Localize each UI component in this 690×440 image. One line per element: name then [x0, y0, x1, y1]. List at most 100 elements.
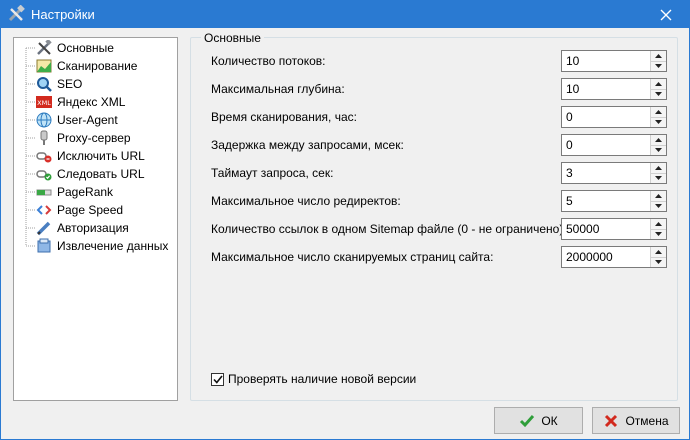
triangle-down-icon: [655, 64, 662, 69]
proxy-icon: [40, 130, 48, 145]
check-updates-checkbox[interactable]: [211, 372, 224, 386]
settings-tree: Основные Сканирование SEO XML Яндекс XML…: [14, 38, 177, 400]
nav-item-user-agent[interactable]: User-Agent: [36, 111, 118, 129]
xml-icon: XML: [36, 96, 52, 108]
pen-icon: [36, 221, 51, 236]
spin-up-button[interactable]: [651, 79, 666, 90]
max-pages-spinbox[interactable]: 2000000: [561, 246, 667, 268]
triangle-up-icon: [655, 249, 662, 254]
nav-item-follow-url[interactable]: Следовать URL: [36, 165, 145, 183]
nav-item-proxy[interactable]: Proxy-сервер: [36, 129, 131, 147]
cancel-label: Отмена: [625, 413, 669, 428]
spinbox-value[interactable]: 10: [562, 79, 650, 99]
request-delay-spinbox[interactable]: 0: [561, 134, 667, 156]
nav-item-seo[interactable]: SEO: [36, 75, 82, 93]
max-depth-spinbox[interactable]: 10: [561, 78, 667, 100]
magnifier-icon: [37, 77, 52, 92]
sitemap-links-label: Количество ссылок в одном Sitemap файле …: [211, 222, 567, 236]
spinbox-value[interactable]: 0: [562, 107, 650, 127]
pagerank-icon: [36, 189, 52, 196]
max-depth-label: Максимальная глубина:: [211, 82, 345, 96]
check-updates-row[interactable]: Проверять наличие новой версии: [211, 372, 416, 386]
scan-time-spinbox[interactable]: 0: [561, 106, 667, 128]
close-icon: [660, 9, 672, 20]
settings-nav-panel[interactable]: Основные Сканирование SEO XML Яндекс XML…: [13, 37, 178, 401]
cancel-icon: [605, 414, 618, 427]
triangle-up-icon: [655, 165, 662, 170]
spin-down-button[interactable]: [651, 61, 666, 71]
nav-item-general[interactable]: Основные: [36, 39, 114, 57]
chart-icon: [36, 59, 52, 73]
nav-item-scanning[interactable]: Сканирование: [36, 57, 137, 75]
nav-item-pagerank[interactable]: PageRank: [36, 183, 113, 201]
close-button[interactable]: [643, 1, 689, 28]
extract-icon: [37, 238, 51, 253]
nav-item-page-speed[interactable]: Page Speed: [36, 201, 123, 219]
follow-link-icon: [36, 170, 52, 181]
nav-item-yandex-xml[interactable]: XML Яндекс XML: [36, 93, 125, 111]
triangle-down-icon: [655, 148, 662, 153]
sitemap-links-spinbox[interactable]: 50000: [561, 218, 667, 240]
spinbox-value[interactable]: 50000: [562, 219, 650, 239]
svg-text:XML: XML: [37, 99, 51, 107]
nav-item-exclude-url[interactable]: Исключить URL: [36, 147, 145, 165]
max-pages-label: Максимальное число сканируемых страниц с…: [211, 250, 494, 264]
group-title: Основные: [201, 31, 264, 45]
tools-icon: [37, 40, 52, 55]
spin-down-button[interactable]: [651, 145, 666, 155]
check-updates-label: Проверять наличие новой версии: [228, 372, 417, 386]
triangle-down-icon: [655, 232, 662, 237]
spin-down-button[interactable]: [651, 89, 666, 99]
triangle-down-icon: [655, 176, 662, 181]
max-redirects-label: Максимальное число редиректов:: [211, 194, 401, 208]
triangle-up-icon: [655, 221, 662, 226]
spin-up-button[interactable]: [651, 107, 666, 118]
checkmark-icon: [212, 375, 223, 384]
threads-spinbox[interactable]: 10: [561, 50, 667, 72]
triangle-down-icon: [655, 204, 662, 209]
spinbox-value[interactable]: 0: [562, 135, 650, 155]
nav-item-authorization[interactable]: Авторизация: [36, 219, 129, 237]
triangle-up-icon: [655, 53, 662, 58]
cancel-button[interactable]: Отмена: [592, 407, 680, 434]
triangle-up-icon: [655, 109, 662, 114]
ok-label: ОК: [541, 413, 558, 428]
max-redirects-spinbox[interactable]: 5: [561, 190, 667, 212]
request-timeout-label: Таймаут запроса, сек:: [211, 166, 334, 180]
spin-down-button[interactable]: [651, 173, 666, 183]
tools-icon: [8, 5, 25, 22]
settings-window: Настройки Основные Сканирование SEO XML …: [0, 0, 690, 440]
spin-up-button[interactable]: [651, 191, 666, 202]
code-icon: [36, 205, 52, 215]
scan-time-label: Время сканирования, час:: [211, 110, 357, 124]
spin-up-button[interactable]: [651, 163, 666, 174]
spin-up-button[interactable]: [651, 51, 666, 62]
window-title: Настройки: [31, 7, 95, 22]
spinbox-value[interactable]: 2000000: [562, 247, 650, 267]
spin-down-button[interactable]: [651, 201, 666, 211]
spinbox-value[interactable]: 5: [562, 191, 650, 211]
spinbox-value[interactable]: 3: [562, 163, 650, 183]
title-bar[interactable]: Настройки: [1, 1, 689, 28]
ok-button[interactable]: ОК: [494, 407, 583, 434]
threads-label: Количество потоков:: [211, 54, 326, 68]
checkmark-icon: [520, 414, 535, 427]
spinbox-value[interactable]: 10: [562, 51, 650, 71]
nav-item-data-extraction[interactable]: Извлечение данных: [36, 237, 168, 255]
triangle-up-icon: [655, 81, 662, 86]
exclude-link-icon: [36, 152, 52, 163]
triangle-down-icon: [655, 120, 662, 125]
triangle-up-icon: [655, 193, 662, 198]
spin-up-button[interactable]: [651, 247, 666, 258]
spin-down-button[interactable]: [651, 257, 666, 267]
spin-down-button[interactable]: [651, 117, 666, 127]
triangle-up-icon: [655, 137, 662, 142]
triangle-down-icon: [655, 260, 662, 265]
request-delay-label: Задержка между запросами, мсек:: [211, 138, 404, 152]
triangle-down-icon: [655, 92, 662, 97]
globe-icon: [36, 112, 52, 128]
spin-up-button[interactable]: [651, 135, 666, 146]
request-timeout-spinbox[interactable]: 3: [561, 162, 667, 184]
spin-down-button[interactable]: [651, 229, 666, 239]
spin-up-button[interactable]: [651, 219, 666, 230]
